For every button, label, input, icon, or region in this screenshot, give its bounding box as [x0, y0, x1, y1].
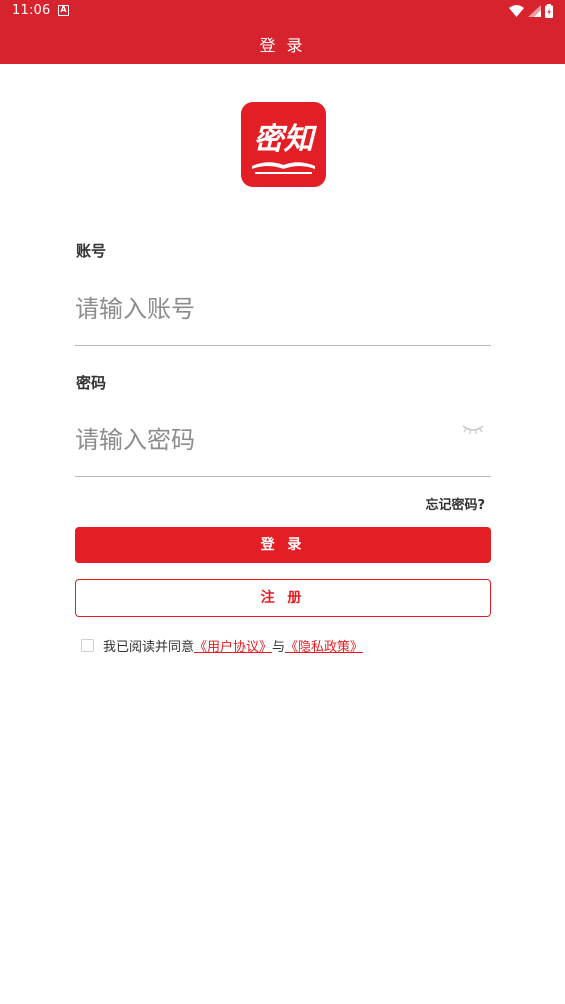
- status-time: 11:06: [12, 3, 51, 18]
- signal-icon: [528, 5, 541, 17]
- account-label: 账号: [76, 242, 107, 260]
- password-label: 密码: [76, 374, 107, 392]
- app-logo: 密知: [241, 102, 326, 187]
- account-divider: [75, 345, 491, 346]
- agreement-row: 我已阅读并同意 《用户协议》 与 《隐私政策》: [81, 636, 363, 655]
- notification-icon: A: [58, 5, 69, 16]
- agreement-prefix: 我已阅读并同意: [103, 640, 195, 655]
- wifi-icon: [509, 5, 524, 17]
- title-bar: 登 录: [0, 22, 565, 64]
- privacy-policy-link[interactable]: 《隐私政策》: [285, 636, 363, 655]
- user-agreement-link[interactable]: 《用户协议》: [194, 636, 272, 655]
- page-title: 登 录: [259, 36, 306, 55]
- account-input[interactable]: [75, 289, 491, 329]
- eye-closed-icon[interactable]: [461, 421, 485, 437]
- password-divider: [75, 476, 491, 477]
- battery-icon: [545, 4, 553, 18]
- status-bar: 11:06 A: [0, 0, 565, 22]
- logo-text: 密知: [254, 122, 318, 157]
- agreement-conjunction: 与: [272, 640, 286, 655]
- login-button[interactable]: 登 录: [75, 527, 491, 563]
- forgot-password-link[interactable]: 忘记密码?: [425, 494, 485, 513]
- agreement-checkbox[interactable]: [81, 639, 94, 652]
- status-icons: [509, 4, 553, 18]
- password-input[interactable]: [75, 420, 491, 460]
- register-button[interactable]: 注 册: [75, 579, 491, 617]
